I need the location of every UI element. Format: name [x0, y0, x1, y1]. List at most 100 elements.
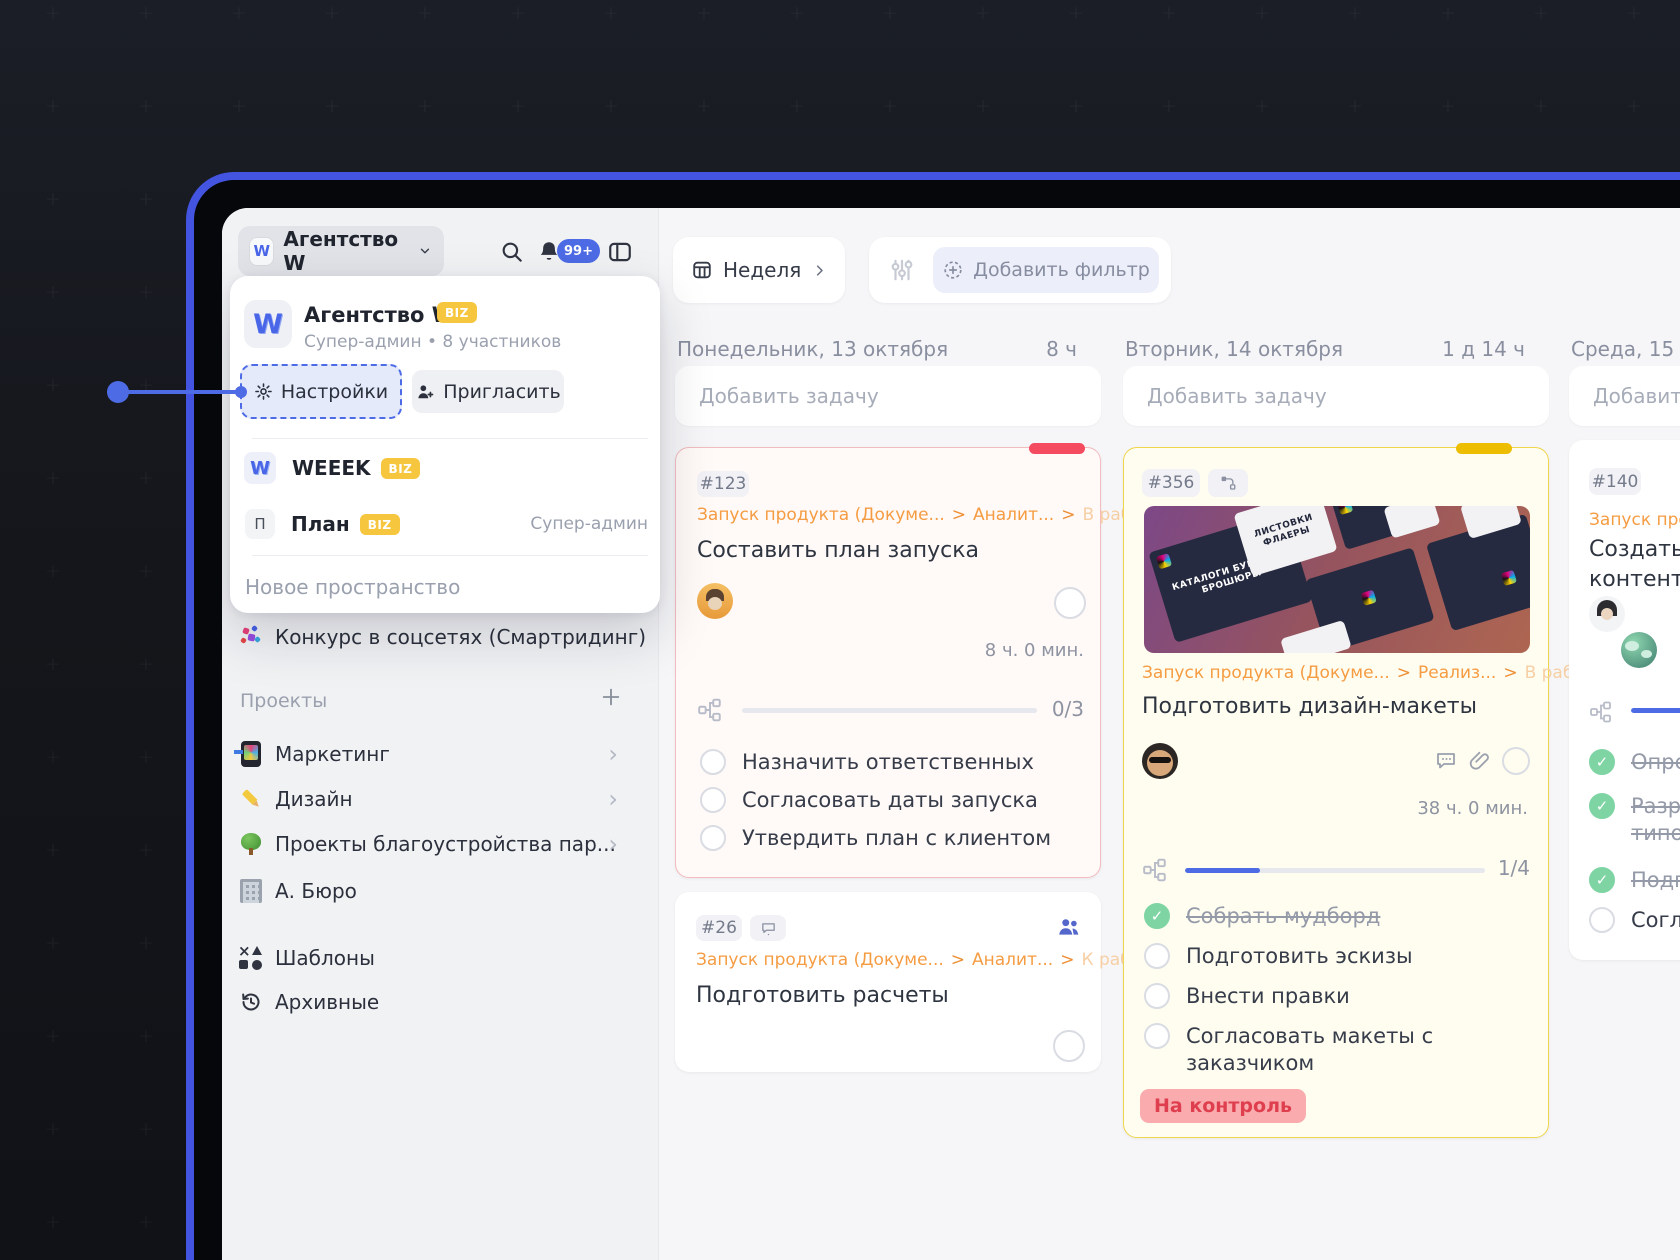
breadcrumb[interactable]: Запуск прод — [1589, 510, 1680, 530]
invite-label: Пригласить — [443, 381, 561, 403]
add-filter-button[interactable]: Добавить фильтр — [933, 247, 1159, 293]
breadcrumb[interactable]: Запуск продукта (Докуме...>Аналит...>В р… — [697, 505, 1147, 525]
subtask-progress-bar — [1631, 708, 1680, 713]
person-plus-icon — [415, 382, 435, 402]
pencil-icon — [237, 787, 265, 811]
breadcrumb-separator: > — [952, 505, 966, 525]
projects-section-title: Проекты — [240, 690, 327, 712]
checkbox-circle[interactable] — [700, 787, 726, 813]
task-card-140[interactable]: #140 Запуск прод Создать ш контента — [1569, 440, 1680, 960]
sidebar-toggle-icon[interactable] — [607, 239, 633, 265]
complete-task-circle[interactable] — [1053, 1030, 1085, 1062]
annotation-line — [127, 390, 237, 394]
checklist-item[interactable]: Согласовать даты запуска — [700, 787, 1038, 814]
settings-button[interactable]: Настройки — [240, 364, 402, 419]
invite-button[interactable]: Пригласить — [412, 370, 564, 413]
annotation-connector-dot — [235, 386, 247, 398]
breadcrumb-project: Запуск прод — [1589, 510, 1680, 530]
checklist-item[interactable]: Внести правки — [1144, 983, 1350, 1010]
chevron-right-icon[interactable]: › — [608, 834, 618, 854]
checklist-item[interactable]: Утвердить план с клиентом — [700, 825, 1051, 852]
add-task-input[interactable] — [1569, 366, 1680, 426]
checkbox-circle-checked[interactable]: ✓ — [1144, 903, 1170, 929]
workspace-selector[interactable]: W Агентство W — [238, 226, 444, 276]
sidebar-item-templates[interactable]: × Шаблоны — [222, 941, 658, 975]
priority-tab-red — [1029, 443, 1085, 454]
add-task-input[interactable] — [1123, 366, 1549, 426]
checkbox-circle[interactable] — [1589, 907, 1615, 933]
breadcrumb[interactable]: Запуск продукта (Докуме...>Аналит...>К р… — [696, 950, 1147, 970]
add-task-input[interactable] — [675, 366, 1101, 426]
workspace-logo: W — [250, 238, 273, 265]
attachment-icon[interactable] — [1468, 748, 1492, 774]
complete-task-circle[interactable] — [1502, 747, 1530, 775]
column-monday: Понедельник, 13 октября 8 ч #123 Запуск … — [675, 337, 1101, 358]
sidebar-item-archive[interactable]: Архивные — [222, 985, 658, 1019]
assignee-avatar[interactable] — [1621, 632, 1657, 668]
notifications-badge[interactable]: 99+ — [557, 239, 600, 263]
assignee-avatar[interactable] — [1589, 596, 1625, 632]
checklist-item[interactable]: ✓ Разра типов — [1589, 793, 1680, 847]
workspace-item-plan[interactable]: П План BIZ Супер-админ — [230, 504, 660, 544]
add-filter-label: Добавить фильтр — [973, 259, 1150, 281]
workspace-item-weeek[interactable]: W WEEEK BIZ — [230, 448, 660, 488]
assignee-avatar[interactable] — [1142, 743, 1178, 779]
chevron-right-icon[interactable]: › — [608, 789, 618, 809]
checklist-item[interactable]: ✓ Подго — [1589, 867, 1680, 894]
sidebar-item-favorite[interactable]: Конкурс в соцсетях (Смартридинг) — [222, 620, 658, 654]
search-icon[interactable] — [499, 239, 525, 265]
priority-tab-yellow — [1456, 443, 1512, 454]
view-selector-button[interactable]: Неделя — [673, 237, 845, 303]
sidebar-item-bureau[interactable]: А. Бюро — [222, 874, 658, 908]
column-tuesday: Вторник, 14 октября 1 д 14 ч #356 — [1123, 337, 1549, 358]
checkbox-circle-checked[interactable]: ✓ — [1589, 749, 1615, 775]
sliders-icon[interactable] — [889, 257, 915, 283]
annotation-dot — [107, 381, 129, 403]
checklist-item[interactable]: Согла — [1589, 907, 1680, 934]
task-title: Подготовить дизайн-макеты — [1142, 693, 1477, 721]
task-card-26[interactable]: #26 Запуск продукта (Доку — [675, 892, 1101, 1072]
task-card-356[interactable]: #356 КАТАЛОГИ БУКЛЕТЫ БРОШЮРЫ — [1123, 447, 1549, 1138]
chevron-right-icon[interactable]: › — [608, 744, 618, 764]
breadcrumb-project: Запуск продукта (Докуме... — [696, 950, 944, 970]
shapes-icon: × — [237, 945, 265, 971]
workspace-item-name: План — [291, 512, 350, 536]
column-title: Понедельник, 13 октября — [677, 337, 948, 361]
checkbox-circle-checked[interactable]: ✓ — [1589, 793, 1615, 819]
checklist-item[interactable]: ✓ Собрать мудборд — [1144, 903, 1380, 930]
mockup-text: ЛИСТОВКИ ФЛАЕРЫ — [1233, 506, 1337, 576]
checklist-item[interactable]: Подготовить эскизы — [1144, 943, 1413, 970]
sidebar-item-design[interactable]: Дизайн › — [222, 782, 658, 816]
checkbox-circle[interactable] — [1144, 943, 1170, 969]
sidebar-item-marketing[interactable]: Маркетинг › — [222, 737, 658, 771]
checkbox-circle[interactable] — [1144, 1023, 1170, 1049]
comments-icon[interactable] — [1433, 749, 1459, 773]
checklist-label: Собрать мудборд — [1186, 903, 1380, 930]
status-badge: На контроль — [1140, 1089, 1306, 1123]
complete-task-circle[interactable] — [1054, 587, 1086, 619]
new-workspace-button[interactable]: Новое пространство — [245, 575, 460, 599]
breadcrumb-project: Запуск продукта (Докуме... — [1142, 663, 1390, 683]
sidebar-item-label: Дизайн — [275, 787, 353, 811]
add-project-icon[interactable] — [600, 686, 622, 708]
sidebar-item-parks[interactable]: Проекты благоустройства пар... › — [222, 827, 658, 861]
attachment-image[interactable]: КАТАЛОГИ БУКЛЕТЫ БРОШЮРЫ ЛИСТОВКИ ФЛАЕРЫ — [1144, 506, 1530, 653]
subtasks-icon — [1142, 857, 1168, 883]
task-card-123[interactable]: #123 Запуск продукта (Докуме...>Аналит..… — [675, 447, 1101, 878]
dropdown-workspace-name: Агентство W — [304, 303, 455, 327]
checkbox-circle[interactable] — [1144, 983, 1170, 1009]
chevron-down-icon — [418, 243, 432, 259]
divider — [252, 555, 648, 556]
checklist-item[interactable]: Назначить ответственных — [700, 749, 1034, 776]
column-total-hours: 8 ч — [1046, 337, 1077, 361]
building-icon — [237, 879, 265, 903]
tree-icon — [237, 832, 265, 856]
checklist-item[interactable]: ✓ Опре — [1589, 749, 1680, 776]
checklist-item[interactable]: Согласовать макеты с заказчиком — [1144, 1023, 1486, 1077]
sidebar-item-label: А. Бюро — [275, 879, 357, 903]
assignee-avatar[interactable] — [697, 583, 733, 619]
checkbox-circle[interactable] — [700, 749, 726, 775]
checkbox-circle-checked[interactable]: ✓ — [1589, 867, 1615, 893]
checkbox-circle[interactable] — [700, 825, 726, 851]
breadcrumb[interactable]: Запуск продукта (Докуме...>Реализ...>В р… — [1142, 663, 1590, 683]
